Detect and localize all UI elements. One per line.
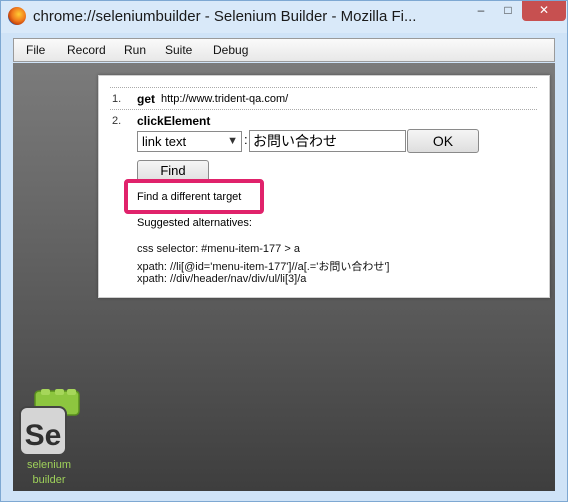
step-number: 1.	[112, 93, 122, 105]
menu-debug[interactable]: Debug	[213, 43, 248, 57]
menu-record[interactable]: Record	[67, 43, 106, 57]
title-bar[interactable]: chrome://seleniumbuilder - Selenium Buil…	[1, 1, 567, 33]
locator-colon: :	[244, 132, 248, 147]
menu-bar: File Record Run Suite Debug	[13, 38, 555, 62]
ok-button[interactable]: OK	[407, 129, 479, 153]
script-panel: 1. get http://www.trident-qa.com/ 2. cli…	[98, 75, 550, 298]
logo-caption-line1: selenium	[26, 459, 72, 471]
suggested-alternatives-heading: Suggested alternatives:	[137, 217, 252, 229]
locator-value-input[interactable]: お問い合わせ	[249, 130, 406, 152]
step-command-click-element[interactable]: clickElement	[137, 114, 210, 128]
alternative-locator[interactable]: xpath: //li[@id='menu-item-177']//a[.='お…	[137, 258, 389, 274]
browser-window: chrome://seleniumbuilder - Selenium Buil…	[0, 0, 568, 502]
maximize-button[interactable]: □	[495, 1, 521, 21]
menu-run[interactable]: Run	[124, 43, 146, 57]
chevron-down-icon: ▼	[227, 135, 238, 147]
logo-text: Se	[25, 419, 62, 452]
find-different-target-link[interactable]: Find a different target	[137, 191, 241, 203]
step-command-get[interactable]: get	[137, 92, 155, 106]
firefox-icon	[8, 7, 26, 25]
divider	[110, 87, 537, 88]
menu-file[interactable]: File	[26, 43, 45, 57]
menu-suite[interactable]: Suite	[165, 43, 192, 57]
alternative-locator[interactable]: xpath: //div/header/nav/div/ul/li[3]/a	[137, 273, 306, 285]
divider	[110, 109, 537, 110]
window-title: chrome://seleniumbuilder - Selenium Buil…	[33, 8, 417, 25]
alternative-locator[interactable]: css selector: #menu-item-177 > a	[137, 243, 300, 255]
locator-type-value: link text	[142, 134, 187, 149]
builder-content-area: 1. get http://www.trident-qa.com/ 2. cli…	[13, 63, 555, 491]
close-button[interactable]: ✕	[522, 1, 566, 21]
minimize-button[interactable]: –	[468, 1, 494, 21]
step-url-arg[interactable]: http://www.trident-qa.com/	[161, 93, 288, 105]
step-number: 2.	[112, 115, 122, 127]
logo-caption-line2: builder	[32, 474, 66, 486]
selenium-builder-logo: Se	[19, 389, 80, 456]
locator-type-select[interactable]: link text ▼	[137, 131, 242, 152]
